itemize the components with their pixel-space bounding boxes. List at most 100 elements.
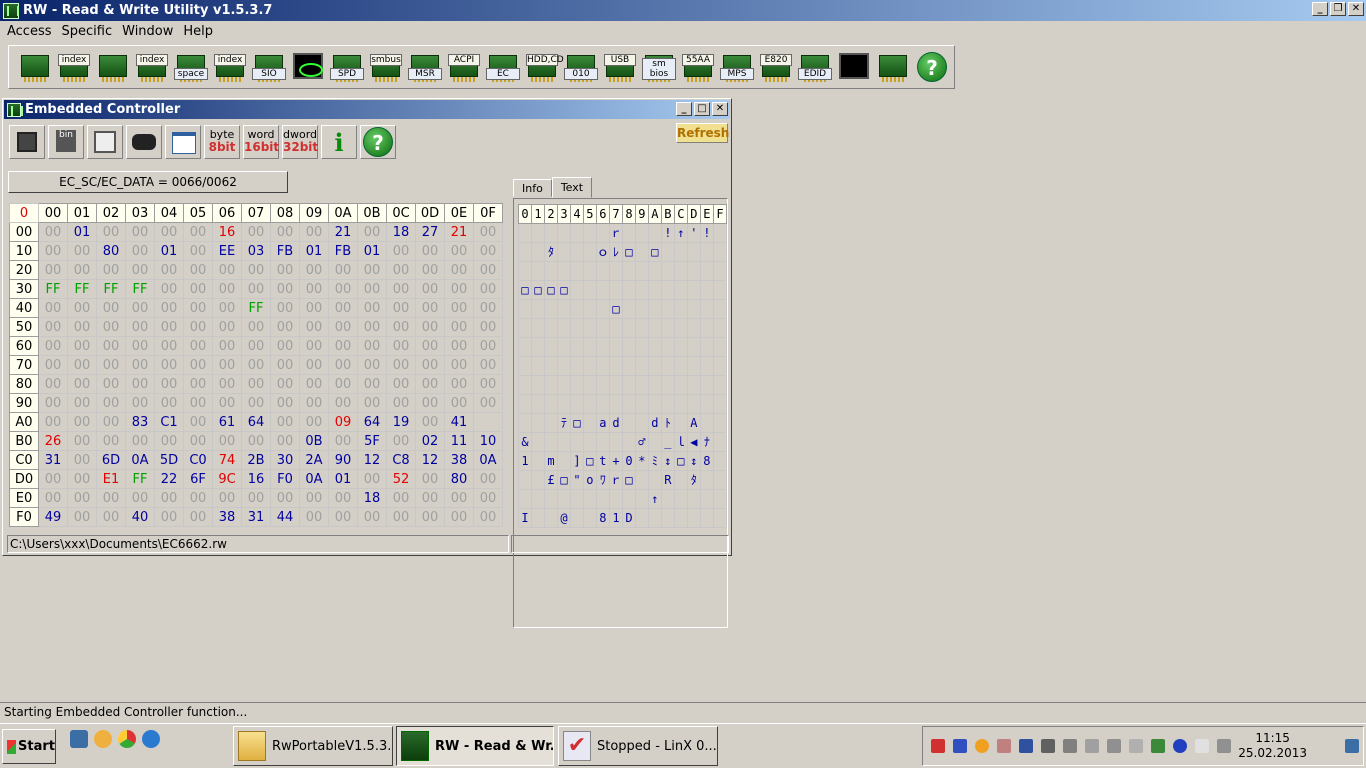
hex-cell[interactable]: 00 (241, 317, 271, 337)
hex-cell[interactable]: 6F (183, 469, 213, 489)
text-cell[interactable]: 1 (518, 451, 532, 471)
text-cell[interactable] (660, 280, 675, 300)
smbus-tool[interactable]: smbus (368, 49, 404, 85)
byte-8bit-button[interactable]: byte 8bit (204, 125, 240, 159)
hex-cell[interactable]: 00 (125, 317, 155, 337)
hex-cell[interactable]: 00 (444, 260, 474, 280)
hex-cell[interactable]: 00 (299, 336, 329, 356)
text-cell[interactable] (595, 394, 610, 414)
text-cell[interactable] (569, 375, 584, 395)
text-cell[interactable] (543, 318, 558, 338)
text-cell[interactable]: d (608, 413, 623, 433)
hex-cell[interactable]: FF (241, 298, 271, 318)
text-cell[interactable] (699, 242, 714, 262)
text-cell[interactable] (569, 356, 584, 376)
hex-cell[interactable]: 00 (386, 279, 416, 299)
text-cell[interactable] (518, 394, 532, 414)
hex-cell[interactable]: 27 (415, 222, 445, 242)
hex-cell[interactable]: 00 (241, 336, 271, 356)
hex-cell[interactable]: 00 (67, 260, 97, 280)
msr-tool[interactable]: MSR (407, 49, 443, 85)
text-cell[interactable] (582, 337, 597, 357)
hex-cell[interactable]: 00 (212, 355, 242, 375)
hex-cell[interactable]: 00 (38, 374, 68, 394)
hex-cell[interactable]: 00 (183, 317, 213, 337)
text-cell[interactable] (556, 299, 571, 319)
hex-cell[interactable]: 00 (444, 507, 474, 527)
hex-cell[interactable]: 00 (444, 298, 474, 318)
text-cell[interactable] (660, 299, 675, 319)
hex-cell[interactable]: 00 (67, 431, 97, 451)
hex-cell[interactable] (473, 412, 503, 432)
hex-cell[interactable]: 00 (241, 279, 271, 299)
text-cell[interactable] (634, 413, 649, 433)
text-cell[interactable] (634, 318, 649, 338)
text-cell[interactable] (530, 375, 545, 395)
hex-cell[interactable]: 0A (125, 450, 155, 470)
hex-cell[interactable]: 00 (183, 298, 213, 318)
text-cell[interactable] (621, 356, 636, 376)
hex-cell[interactable]: 64 (357, 412, 387, 432)
hex-cell[interactable]: 00 (444, 336, 474, 356)
pci-index-tool[interactable]: index (56, 49, 92, 85)
hex-cell[interactable]: 10 (473, 431, 503, 451)
hex-cell[interactable]: 00 (328, 260, 358, 280)
text-cell[interactable] (634, 337, 649, 357)
text-cell[interactable] (518, 375, 532, 395)
hex-cell[interactable]: 00 (154, 279, 184, 299)
hex-cell[interactable]: 00 (96, 317, 126, 337)
ec-port-button[interactable]: EC_SC/EC_DATA = 0066/0062 (8, 171, 288, 193)
hex-cell[interactable]: 00 (270, 393, 300, 413)
text-cell[interactable] (518, 299, 532, 319)
hex-cell[interactable]: 00 (357, 393, 387, 413)
hex-cell[interactable]: 00 (299, 507, 329, 527)
tray-network-icon[interactable] (1063, 739, 1077, 753)
hex-cell[interactable]: 00 (38, 317, 68, 337)
hex-cell[interactable]: 12 (357, 450, 387, 470)
hex-cell[interactable]: 00 (270, 260, 300, 280)
text-cell[interactable]: ﾀ (686, 470, 701, 490)
ec-minimize-button[interactable]: _ (676, 102, 692, 116)
text-cell[interactable] (518, 242, 532, 262)
mail-icon[interactable] (94, 730, 112, 748)
text-cell[interactable] (582, 280, 597, 300)
text-cell[interactable] (686, 356, 701, 376)
text-cell[interactable] (699, 413, 714, 433)
hex-cell[interactable]: E1 (96, 469, 126, 489)
hex-cell[interactable]: 00 (357, 222, 387, 242)
hex-cell[interactable]: 01 (357, 241, 387, 261)
text-cell[interactable] (699, 394, 714, 414)
hex-cell[interactable]: 00 (67, 374, 97, 394)
text-cell[interactable] (543, 375, 558, 395)
hex-cell[interactable]: 0A (473, 450, 503, 470)
scope-tool[interactable] (290, 49, 326, 85)
text-cell[interactable] (712, 280, 728, 300)
hex-cell[interactable]: 00 (444, 393, 474, 413)
hex-cell[interactable]: 00 (67, 393, 97, 413)
text-cell[interactable] (556, 451, 571, 471)
minimize-button[interactable]: _ (1312, 2, 1328, 16)
tray-car-icon[interactable] (931, 739, 945, 753)
text-cell[interactable] (647, 280, 662, 300)
text-cell[interactable] (621, 413, 636, 433)
hex-cell[interactable]: 00 (299, 260, 329, 280)
hex-cell[interactable]: 00 (473, 222, 503, 242)
tray-orange-icon[interactable] (975, 739, 989, 753)
hex-cell[interactable]: 00 (96, 336, 126, 356)
text-cell[interactable] (686, 318, 701, 338)
text-cell[interactable] (518, 261, 532, 281)
hex-cell[interactable]: 00 (299, 298, 329, 318)
hex-cell[interactable]: 00 (241, 260, 271, 280)
text-cell[interactable] (556, 223, 571, 243)
text-cell[interactable] (530, 356, 545, 376)
text-cell[interactable] (556, 375, 571, 395)
text-cell[interactable] (673, 394, 688, 414)
text-cell[interactable]: ﾅ (699, 432, 714, 452)
pci-tool[interactable] (17, 49, 53, 85)
text-cell[interactable] (634, 261, 649, 281)
text-cell[interactable] (608, 261, 623, 281)
text-cell[interactable] (582, 508, 597, 528)
hex-cell[interactable]: 00 (473, 393, 503, 413)
hex-cell[interactable]: 00 (473, 507, 503, 527)
hex-cell[interactable]: 00 (96, 374, 126, 394)
